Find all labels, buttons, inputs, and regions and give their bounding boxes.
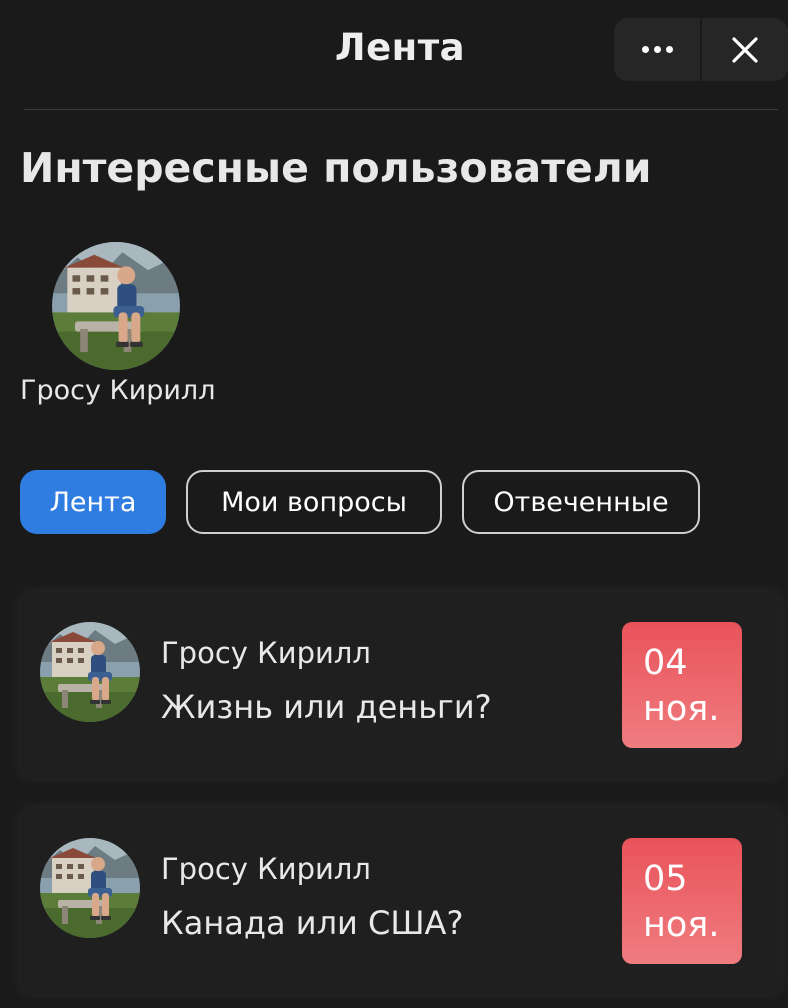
date-day: 04	[643, 643, 688, 683]
date-month: ноя.	[643, 689, 720, 729]
avatar	[52, 242, 180, 370]
feed-card[interactable]: Гросу Кирилл Канада или США? 05 ноя.	[20, 808, 782, 994]
card-author: Гросу Кирилл	[161, 636, 371, 670]
date-month: ноя.	[643, 905, 720, 945]
section-title-interesting-users: Интересные пользователи	[20, 144, 652, 192]
top-bar: Лента	[0, 0, 788, 110]
card-question: Жизнь или деньги?	[161, 688, 492, 726]
date-badge: 04 ноя.	[622, 622, 742, 748]
more-button[interactable]	[614, 18, 700, 81]
window-controls	[614, 18, 788, 81]
date-day: 05	[643, 859, 688, 899]
close-button[interactable]	[702, 18, 788, 81]
card-author: Гросу Кирилл	[161, 852, 371, 886]
tab-feed[interactable]: Лента	[20, 470, 166, 534]
close-icon	[732, 36, 758, 63]
more-horizontal-icon	[641, 46, 673, 53]
feed-card[interactable]: Гросу Кирилл Жизнь или деньги? 04 ноя.	[20, 592, 782, 778]
header-divider	[24, 109, 778, 110]
date-badge: 05 ноя.	[622, 838, 742, 964]
tab-my-questions[interactable]: Мои вопросы	[186, 470, 442, 534]
card-question: Канада или США?	[161, 904, 464, 942]
interesting-user-name: Гросу Кирилл	[20, 375, 216, 406]
interesting-user-item[interactable]: Гросу Кирилл	[20, 240, 240, 420]
tab-answered[interactable]: Отвеченные	[462, 470, 700, 534]
avatar	[40, 622, 140, 722]
avatar	[40, 838, 140, 938]
